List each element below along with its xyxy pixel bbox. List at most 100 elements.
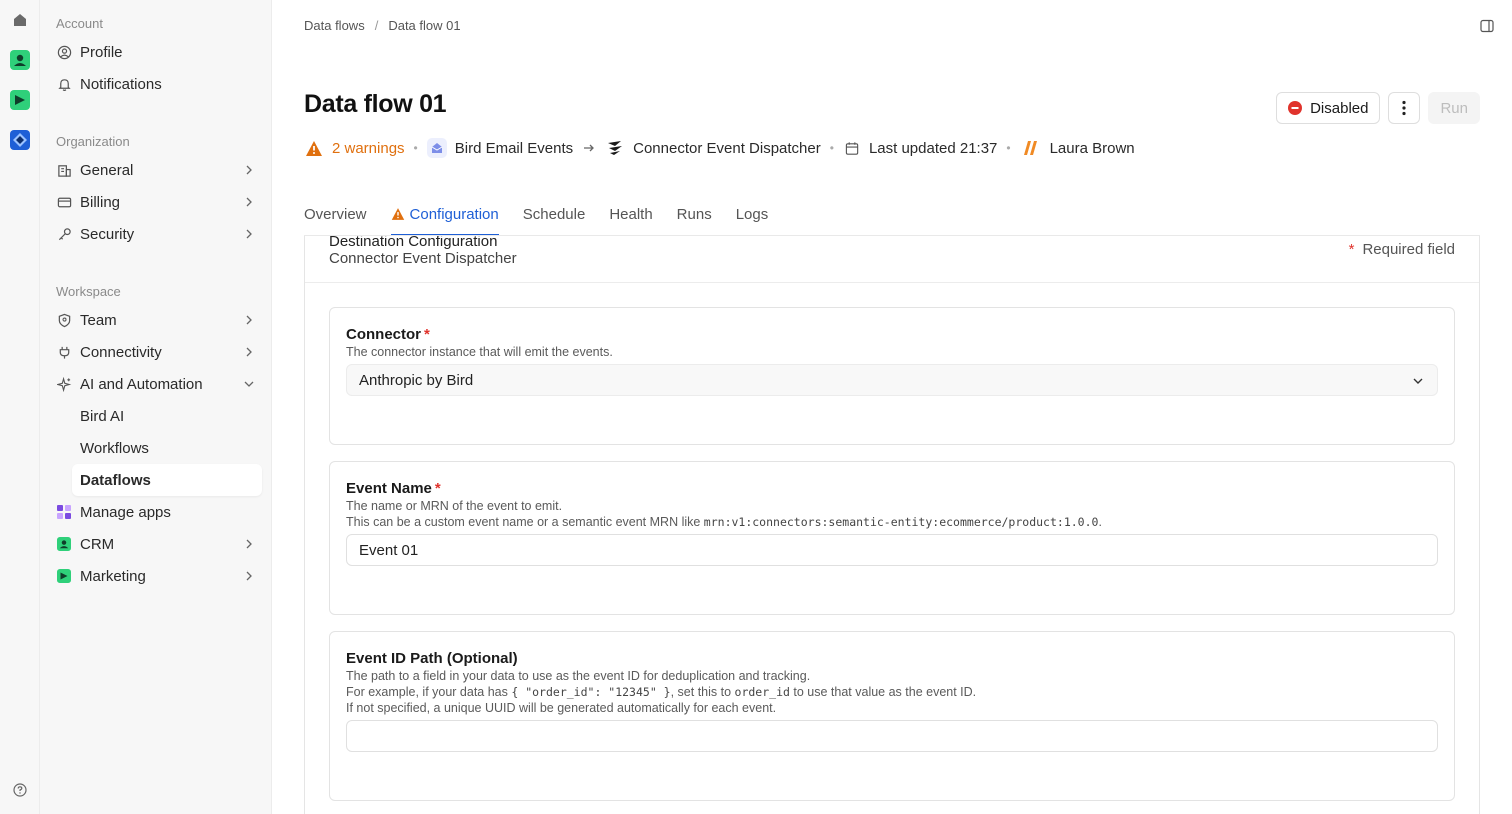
email-inbox-icon bbox=[426, 138, 447, 158]
sidebar-subitem-workflows[interactable]: Workflows bbox=[72, 432, 262, 464]
status-button[interactable]: Disabled bbox=[1276, 92, 1381, 124]
sidebar-item-team[interactable]: Team bbox=[56, 305, 264, 335]
tab-health[interactable]: Health bbox=[609, 200, 652, 236]
source-name[interactable]: Bird Email Events bbox=[455, 140, 573, 157]
tab-overview[interactable]: Overview bbox=[304, 200, 367, 236]
event-name-help: The name or MRN of the event to emit. bbox=[346, 499, 563, 513]
sidebar-subitem-dataflows[interactable]: Dataflows bbox=[72, 464, 262, 496]
section-label-account: Account bbox=[56, 16, 103, 31]
breadcrumb-separator: / bbox=[374, 18, 379, 33]
sparkle-icon bbox=[56, 376, 72, 392]
app-rail bbox=[0, 0, 40, 814]
destination-name[interactable]: Connector Event Dispatcher bbox=[633, 140, 821, 157]
event-id-path-card: Event ID Path (Optional) The path to a f… bbox=[329, 631, 1455, 801]
last-updated: Last updated 21:37 bbox=[868, 139, 998, 157]
sidebar-subitem-bird-ai[interactable]: Bird AI bbox=[72, 400, 262, 432]
event-id-path-label: Event ID Path (Optional) bbox=[346, 650, 518, 667]
tab-runs[interactable]: Runs bbox=[677, 200, 712, 236]
sidebar-item-label: Manage apps bbox=[80, 503, 171, 521]
warnings-link[interactable]: 2 warnings bbox=[332, 140, 405, 157]
chevron-down-icon bbox=[244, 381, 254, 387]
sidebar-item-profile[interactable]: Profile bbox=[56, 37, 264, 67]
main-content: Data flows / Data flow 01 Data flow 01 2… bbox=[272, 0, 1512, 814]
sidebar-item-label: General bbox=[80, 161, 134, 179]
building-icon bbox=[56, 162, 72, 178]
breadcrumb-current: Data flow 01 bbox=[388, 18, 461, 33]
page-title: Data flow 01 bbox=[304, 90, 447, 118]
event-name-card: Event Name * The name or MRN of the event… bbox=[329, 461, 1455, 615]
tab-logs[interactable]: Logs bbox=[736, 200, 769, 236]
user-circle-icon bbox=[56, 44, 72, 60]
destination-subtitle: Connector Event Dispatcher bbox=[329, 250, 517, 267]
section-label-workspace: Workspace bbox=[56, 284, 121, 299]
status-label: Disabled bbox=[1310, 99, 1369, 117]
event-id-path-example: For example, if your data has { "order_i… bbox=[346, 685, 977, 699]
connector-card: Connector * The connector instance that w… bbox=[329, 307, 1455, 445]
panel-toggle-icon[interactable] bbox=[1480, 19, 1494, 33]
event-id-path-help: The path to a field in your data to use … bbox=[346, 669, 811, 683]
sidebar-item-label: Security bbox=[80, 225, 135, 243]
chevron-right-icon bbox=[246, 197, 252, 207]
sidebar-item-marketing[interactable]: Marketing bbox=[56, 561, 264, 591]
chevron-right-icon bbox=[246, 315, 252, 325]
crm-app-icon bbox=[56, 536, 72, 552]
sidebar-item-label: Team bbox=[80, 311, 117, 329]
sidebar-item-label: CRM bbox=[80, 535, 115, 553]
dataflow-meta: 2 warnings • Bird Email Events Connector… bbox=[304, 138, 1135, 158]
more-vertical-icon bbox=[1402, 100, 1407, 116]
sidebar-item-label: Notifications bbox=[80, 75, 162, 93]
connector-select-value: Anthropic by Bird bbox=[359, 371, 474, 389]
marketing-app-icon bbox=[56, 568, 72, 584]
settings-sidebar: Account Profile Notifications Organizati… bbox=[40, 0, 272, 814]
home-icon[interactable] bbox=[10, 10, 30, 30]
tab-configuration[interactable]: Configuration bbox=[390, 200, 499, 236]
apps-grid-icon bbox=[56, 504, 72, 520]
sidebar-item-ai-automation[interactable]: AI and Automation bbox=[56, 369, 264, 399]
disabled-icon bbox=[1288, 101, 1303, 115]
warning-icon bbox=[391, 208, 404, 220]
section-label-organization: Organization bbox=[56, 134, 130, 149]
chevron-right-icon bbox=[246, 571, 252, 581]
tab-bar: Overview Configuration Schedule Health R… bbox=[304, 200, 768, 236]
sidebar-item-label: Billing bbox=[80, 193, 121, 211]
sidebar-item-notifications[interactable]: Notifications bbox=[56, 69, 264, 99]
sidebar-item-label: Profile bbox=[80, 43, 123, 61]
chevron-right-icon bbox=[246, 165, 252, 175]
meta-separator: • bbox=[413, 141, 418, 155]
connector-label: Connector * bbox=[346, 326, 430, 343]
sidebar-item-manage-apps[interactable]: Manage apps bbox=[56, 497, 264, 527]
breadcrumb-link-data-flows[interactable]: Data flows bbox=[304, 18, 365, 33]
marketing-app-icon[interactable] bbox=[10, 90, 30, 110]
chevron-right-icon bbox=[246, 229, 252, 239]
sidebar-item-security[interactable]: Security bbox=[56, 219, 264, 249]
plug-icon bbox=[56, 344, 72, 360]
destination-title: Destination Configuration bbox=[329, 236, 498, 250]
bell-icon bbox=[56, 76, 72, 92]
sidebar-item-label: AI and Automation bbox=[80, 375, 203, 393]
sidebar-item-general[interactable]: General bbox=[56, 155, 264, 185]
more-options-button[interactable] bbox=[1388, 92, 1421, 124]
sidebar-item-billing[interactable]: Billing bbox=[56, 187, 264, 217]
sidebar-item-crm[interactable]: CRM bbox=[56, 529, 264, 559]
event-id-path-input[interactable] bbox=[346, 720, 1438, 752]
arrow-right-icon bbox=[583, 142, 595, 154]
tab-schedule[interactable]: Schedule bbox=[523, 200, 586, 236]
chevron-right-icon bbox=[246, 347, 252, 357]
destination-header: Destination Configuration Connector Even… bbox=[305, 236, 1479, 283]
sidebar-item-label: Marketing bbox=[80, 567, 146, 585]
connector-select[interactable]: Anthropic by Bird bbox=[346, 364, 1438, 396]
run-button[interactable]: Run bbox=[1428, 92, 1480, 124]
updated-by-user: Laura Brown bbox=[1049, 139, 1135, 157]
credit-card-icon bbox=[56, 194, 72, 210]
crm-app-icon[interactable] bbox=[10, 50, 30, 70]
workspace-app-icon[interactable] bbox=[10, 130, 30, 150]
meta-separator: • bbox=[1006, 141, 1011, 155]
event-id-path-default-note: If not specified, a unique UUID will be … bbox=[346, 701, 777, 715]
header-actions: Disabled Run bbox=[1276, 92, 1480, 124]
required-field-note: * Required field bbox=[1348, 241, 1455, 258]
shield-icon bbox=[56, 312, 72, 328]
breadcrumb: Data flows / Data flow 01 bbox=[304, 18, 461, 33]
help-icon[interactable] bbox=[10, 780, 30, 800]
event-name-input[interactable]: Event 01 bbox=[346, 534, 1438, 566]
sidebar-item-connectivity[interactable]: Connectivity bbox=[56, 337, 264, 367]
